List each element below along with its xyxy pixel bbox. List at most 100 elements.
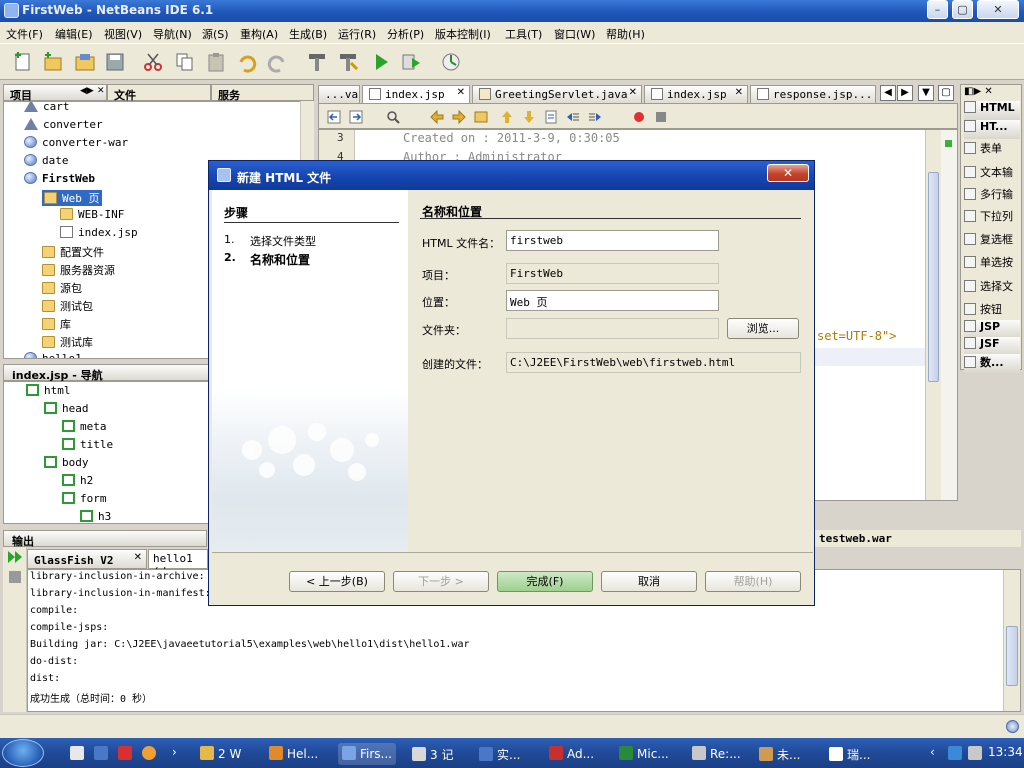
start-macro-icon[interactable]	[631, 109, 647, 125]
taskbar-item[interactable]: Ad...	[545, 743, 598, 765]
menu-view[interactable]: 视图(V)	[104, 26, 142, 42]
menu-versioning[interactable]: 版本控制(I)	[435, 26, 491, 42]
menu-window[interactable]: 窗口(W)	[554, 26, 595, 42]
dialog-title-bar[interactable]: 新建 HTML 文件 ✕	[209, 161, 814, 190]
location-select[interactable]: Web 页	[506, 290, 719, 311]
forward-history-icon[interactable]	[349, 109, 365, 125]
palette-item[interactable]: 按钮	[964, 301, 1020, 320]
close-tab-icon[interactable]: ✕	[457, 87, 465, 98]
find-icon[interactable]	[385, 109, 401, 125]
navigator-item[interactable]: h2	[62, 474, 93, 487]
new-project-icon[interactable]	[42, 51, 64, 73]
navigator-item[interactable]: meta	[62, 420, 107, 433]
tree-item[interactable]: FirstWeb	[24, 172, 95, 185]
taskbar-item[interactable]: Re:...	[688, 743, 745, 765]
shift-left-icon[interactable]	[565, 109, 581, 125]
quicklaunch-icon[interactable]	[142, 746, 156, 760]
palette-item[interactable]: 表单	[964, 140, 1020, 159]
quicklaunch-icon[interactable]	[94, 746, 108, 760]
menu-profile[interactable]: 分析(P)	[387, 26, 424, 42]
rerun-icon[interactable]	[7, 550, 23, 564]
navigator-item[interactable]: head	[44, 402, 89, 415]
menu-navigate[interactable]: 导航(N)	[153, 26, 192, 42]
editor-tab-index-jsp[interactable]: index.jsp ✕	[644, 85, 748, 103]
navigator-item[interactable]: title	[62, 438, 113, 451]
scroll-thumb[interactable]	[928, 172, 939, 382]
clock[interactable]: 13:34	[988, 745, 1023, 759]
taskbar-item[interactable]: 未...	[755, 743, 804, 765]
taskbar-item[interactable]: 实...	[475, 743, 524, 765]
output-tab-hello1[interactable]: hello1 (d	[148, 549, 208, 578]
run-icon[interactable]	[370, 51, 392, 73]
tray-expand-icon[interactable]: ‹	[930, 745, 935, 759]
undo-icon[interactable]	[236, 51, 258, 73]
quicklaunch-icon[interactable]	[118, 746, 132, 760]
navigator-item[interactable]: html	[26, 384, 71, 397]
tree-item[interactable]: converter	[24, 118, 103, 131]
debug-icon[interactable]	[400, 51, 422, 73]
next-bookmark-icon[interactable]	[521, 109, 537, 125]
taskbar-item[interactable]: Hel...	[265, 743, 322, 765]
volume-icon[interactable]	[968, 746, 982, 760]
browse-button[interactable]: 浏览...	[727, 318, 799, 339]
editor-tab-controls[interactable]: ◀ ▶ ▼ ▢	[880, 85, 956, 103]
output-scrollbar[interactable]	[1003, 570, 1020, 711]
palette-item[interactable]: 数...	[964, 354, 1020, 373]
palette-controls-icon[interactable]: ◧▶ ✕	[964, 86, 993, 97]
tree-item[interactable]: date	[24, 154, 69, 167]
menu-tools[interactable]: 工具(T)	[505, 26, 542, 42]
palette-item[interactable]: 复选框	[964, 231, 1020, 250]
folder-input[interactable]	[506, 318, 719, 339]
maximize-button[interactable]: ▢	[952, 0, 973, 19]
filename-input[interactable]: firstweb	[506, 230, 719, 251]
output-tab-glassfish[interactable]: GlassFish V2 ✕	[27, 549, 147, 569]
scroll-thumb[interactable]	[1006, 626, 1018, 686]
tree-item[interactable]: 源包	[42, 280, 82, 296]
save-all-icon[interactable]	[104, 51, 126, 73]
tab-services[interactable]: 服务	[211, 84, 314, 102]
toggle-bookmark-icon[interactable]	[543, 109, 559, 125]
scroll-right-icon[interactable]: ▶	[897, 85, 913, 101]
close-button[interactable]: ✕	[977, 0, 1019, 19]
paste-icon[interactable]	[205, 51, 227, 73]
new-file-icon[interactable]	[12, 51, 34, 73]
start-button[interactable]	[2, 739, 44, 767]
editor-vertical-scrollbar[interactable]	[925, 130, 941, 500]
navigator-item[interactable]: h3	[80, 510, 111, 523]
menu-refactor[interactable]: 重构(A)	[240, 26, 278, 42]
minimize-button[interactable]: –	[927, 0, 948, 19]
output-right-tab[interactable]: testweb.war	[815, 530, 1021, 547]
menu-build[interactable]: 生成(B)	[289, 26, 327, 42]
taskbar-item[interactable]: 瑞...	[825, 743, 874, 765]
find-previous-icon[interactable]	[429, 109, 445, 125]
previous-bookmark-icon[interactable]	[499, 109, 515, 125]
taskbar-item[interactable]: 3 记	[408, 743, 457, 765]
profile-icon[interactable]	[440, 51, 462, 73]
quicklaunch-more-icon[interactable]: ›	[172, 745, 177, 759]
panel-nav-arrows-icon[interactable]: ◀▶ ✕	[80, 86, 105, 96]
redo-icon[interactable]	[266, 51, 288, 73]
taskbar-item[interactable]: Mic...	[615, 743, 673, 765]
menu-file[interactable]: 文件(F)	[6, 26, 43, 42]
close-tab-icon[interactable]: ✕	[735, 87, 743, 98]
palette-item[interactable]: 文本输	[964, 164, 1020, 183]
tree-item[interactable]: 库	[42, 316, 71, 332]
tab-files[interactable]: 文件	[107, 84, 211, 102]
finish-button[interactable]: 完成(F)	[497, 571, 593, 592]
tree-item[interactable]: 测试包	[42, 298, 93, 314]
palette-item[interactable]: 选择文	[964, 278, 1020, 297]
scroll-left-icon[interactable]: ◀	[880, 85, 896, 101]
tab-projects[interactable]: 项目 ◀▶ ✕	[3, 84, 107, 102]
cancel-button[interactable]: 取消	[601, 571, 697, 592]
copy-icon[interactable]	[174, 51, 196, 73]
palette-item[interactable]: HTML	[964, 101, 1020, 120]
tree-item[interactable]: Web 页	[42, 190, 102, 206]
toggle-highlight-icon[interactable]	[473, 109, 489, 125]
palette-item[interactable]: HT...	[964, 120, 1020, 139]
editor-tab-index-jsp-active[interactable]: index.jsp ✕	[362, 85, 470, 103]
tree-item[interactable]: 服务器资源	[42, 262, 115, 278]
menu-source[interactable]: 源(S)	[202, 26, 229, 42]
taskbar-item[interactable]: Firs...	[338, 743, 396, 765]
maximize-editor-icon[interactable]: ▢	[938, 85, 954, 101]
navigator-item[interactable]: body	[44, 456, 89, 469]
